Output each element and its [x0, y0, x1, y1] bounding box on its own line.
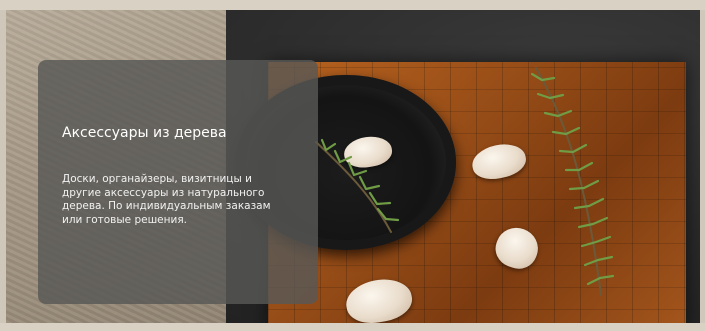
promo-card: Аксессуары из дерева Доски, органайзеры,… [38, 60, 318, 304]
hero-banner: Аксессуары из дерева Доски, органайзеры,… [6, 10, 700, 323]
card-title: Аксессуары из дерева [62, 125, 227, 141]
right-frame-strip [700, 10, 705, 323]
card-description: Доски, органайзеры, визитницы и другие а… [62, 173, 271, 226]
bottom-frame-strip [0, 323, 705, 331]
top-frame-strip [0, 0, 705, 10]
